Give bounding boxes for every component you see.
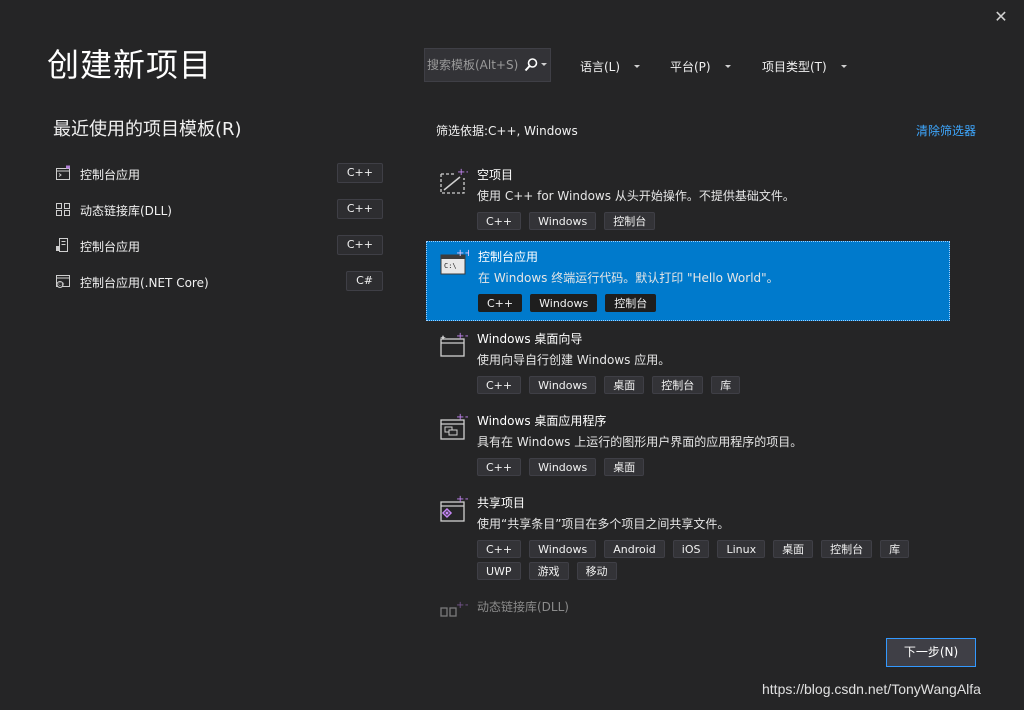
empty-project-icon: ++ bbox=[440, 167, 468, 194]
desktop-wizard-icon: ++ bbox=[440, 331, 468, 357]
template-description: 使用 C++ for Windows 从头开始操作。不提供基础文件。 bbox=[477, 189, 795, 203]
tag: 移动 bbox=[576, 562, 617, 580]
tag: C++ bbox=[477, 540, 522, 558]
template-description: 具有在 Windows 上运行的图形用户界面的应用程序的项目。 bbox=[477, 435, 803, 449]
template-desktop-app[interactable]: ++ Windows 桌面应用程序 具有在 Windows 上运行的图形用户界面… bbox=[426, 406, 950, 484]
language-badge: C# bbox=[346, 271, 383, 291]
template-name: 空项目 bbox=[477, 168, 514, 182]
svg-text:++: ++ bbox=[457, 167, 468, 178]
project-type-filter-label: 项目类型(T) bbox=[762, 59, 827, 74]
clear-filter-link[interactable]: 清除筛选器 bbox=[916, 122, 976, 139]
language-badge: C++ bbox=[336, 199, 383, 219]
project-type-filter-dropdown[interactable]: 项目类型(T) bbox=[762, 58, 847, 74]
recent-item-label: 动态链接库(DLL) bbox=[80, 204, 172, 218]
tag: 控制台 bbox=[604, 212, 656, 230]
svg-text:++: ++ bbox=[456, 494, 468, 505]
console-app-icon bbox=[56, 165, 70, 180]
console-app-icon: C:\ ++ bbox=[440, 248, 469, 275]
page-title: 创建新项目 bbox=[47, 46, 213, 84]
chevron-down-icon bbox=[634, 64, 641, 68]
recent-templates-heading: 最近使用的项目模板(R) bbox=[53, 119, 242, 140]
recent-item-console-app[interactable]: 控制台应用 C++ bbox=[53, 162, 383, 186]
chevron-down-icon bbox=[840, 64, 847, 68]
next-button[interactable]: 下一步(N) bbox=[886, 638, 976, 667]
template-tags: C++ Windows 桌面 控制台 库 bbox=[477, 376, 917, 394]
recent-item-label: 控制台应用 bbox=[80, 168, 141, 182]
search-input[interactable] bbox=[427, 56, 521, 74]
tag: Linux bbox=[717, 540, 766, 558]
tag: 控制台 bbox=[652, 376, 704, 394]
template-name: Windows 桌面应用程序 bbox=[477, 414, 607, 428]
dotnet-console-icon: C# bbox=[56, 275, 70, 288]
template-tags: C++ Windows 控制台 bbox=[478, 294, 918, 312]
tag: Android bbox=[604, 540, 665, 558]
close-button[interactable]: ✕ bbox=[990, 6, 1012, 28]
recent-item-label: 控制台应用 bbox=[80, 240, 141, 254]
svg-text:C:\: C:\ bbox=[444, 262, 457, 270]
svg-text:++: ++ bbox=[456, 600, 468, 611]
tag: 游戏 bbox=[528, 562, 569, 580]
search-box[interactable] bbox=[424, 48, 551, 82]
tag: UWP bbox=[477, 562, 521, 580]
template-console-app[interactable]: C:\ ++ 控制台应用 在 Windows 终端运行代码。默认打印 "Hell… bbox=[426, 241, 950, 321]
template-tags: C++ Windows Android iOS Linux 桌面 控制台 库 U… bbox=[477, 540, 917, 580]
recent-item-dll[interactable]: 动态链接库(DLL) C++ bbox=[53, 198, 383, 222]
shared-project-icon: ++ bbox=[440, 494, 468, 522]
platform-filter-label: 平台(P) bbox=[670, 59, 711, 74]
template-name: 动态链接库(DLL) bbox=[477, 600, 569, 614]
language-filter-label: 语言(L) bbox=[580, 59, 621, 74]
template-empty-project[interactable]: ++ 空项目 使用 C++ for Windows 从头开始操作。不提供基础文件… bbox=[426, 160, 950, 238]
svg-text:++: ++ bbox=[456, 412, 468, 423]
template-shared-project[interactable]: ++ 共享项目 使用“共享条目”项目在多个项目之间共享文件。 C++ Windo… bbox=[426, 488, 950, 586]
platform-filter-dropdown[interactable]: 平台(P) bbox=[670, 58, 731, 74]
tag: 库 bbox=[880, 540, 910, 558]
recent-item-console-app-2[interactable]: 控制台应用 C++ bbox=[53, 234, 383, 258]
template-name: Windows 桌面向导 bbox=[477, 332, 583, 346]
tag: Windows bbox=[529, 458, 597, 476]
tag: Windows bbox=[529, 540, 597, 558]
template-tags: C++ Windows 桌面 bbox=[477, 458, 917, 476]
template-desktop-wizard[interactable]: ++ Windows 桌面向导 使用向导自行创建 Windows 应用。 C++… bbox=[426, 324, 950, 402]
tag: 控制台 bbox=[821, 540, 873, 558]
tag: 桌面 bbox=[604, 376, 645, 394]
tag: Windows bbox=[529, 376, 597, 394]
recent-item-dotnet-console[interactable]: C# 控制台应用(.NET Core) C# bbox=[53, 270, 383, 294]
tag: 控制台 bbox=[605, 294, 657, 312]
template-description: 使用向导自行创建 Windows 应用。 bbox=[477, 353, 671, 367]
dll-icon bbox=[56, 203, 70, 216]
watermark: https://blog.csdn.net/TonyWangAlfa bbox=[762, 681, 981, 697]
template-description: 使用“共享条目”项目在多个项目之间共享文件。 bbox=[477, 517, 730, 531]
chevron-down-icon[interactable] bbox=[541, 63, 547, 66]
template-dll[interactable]: ++ 动态链接库(DLL) bbox=[426, 592, 950, 620]
svg-text:C#: C# bbox=[58, 282, 65, 287]
tag: 库 bbox=[711, 376, 741, 394]
chevron-down-icon bbox=[724, 64, 731, 68]
tag: 桌面 bbox=[604, 458, 645, 476]
tag: C++ bbox=[477, 376, 522, 394]
dll-icon: ++ bbox=[440, 600, 468, 617]
console-app-icon bbox=[56, 238, 68, 252]
language-filter-dropdown[interactable]: 语言(L) bbox=[580, 58, 641, 74]
tag: Windows bbox=[530, 294, 598, 312]
language-badge: C++ bbox=[336, 235, 383, 255]
desktop-app-icon: ++ bbox=[440, 412, 468, 440]
filter-status: 筛选依据:C++, Windows bbox=[436, 124, 578, 138]
template-name: 共享项目 bbox=[477, 496, 526, 510]
tag: C++ bbox=[477, 458, 522, 476]
tag: iOS bbox=[672, 540, 710, 558]
tag: 桌面 bbox=[773, 540, 814, 558]
recent-item-label: 控制台应用(.NET Core) bbox=[80, 276, 209, 290]
tag: Windows bbox=[529, 212, 597, 230]
language-badge: C++ bbox=[336, 163, 383, 183]
svg-text:++: ++ bbox=[456, 331, 468, 342]
svg-text:++: ++ bbox=[456, 248, 469, 259]
template-name: 控制台应用 bbox=[478, 250, 539, 264]
search-icon[interactable] bbox=[523, 57, 539, 73]
template-description: 在 Windows 终端运行代码。默认打印 "Hello World"。 bbox=[478, 271, 779, 285]
tag: C++ bbox=[478, 294, 523, 312]
tag: C++ bbox=[477, 212, 522, 230]
template-tags: C++ Windows 控制台 bbox=[477, 212, 917, 230]
